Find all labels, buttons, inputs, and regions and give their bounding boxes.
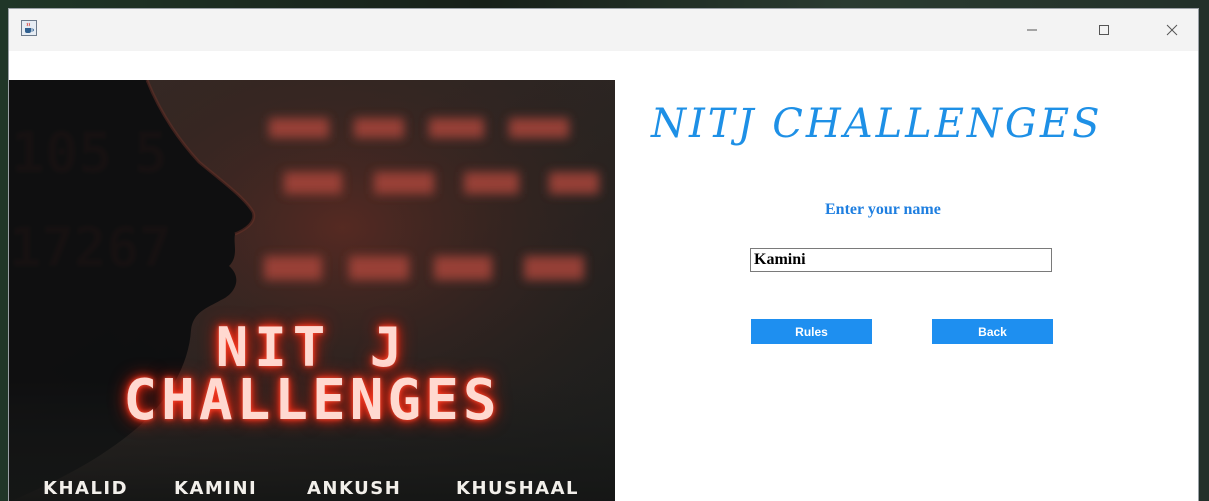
app-title: NITJ CHALLENGES [651, 101, 1103, 147]
member-name: ANKUSH [307, 478, 402, 499]
title-bar [9, 9, 1198, 51]
minimize-button[interactable] [1009, 9, 1055, 51]
maximize-icon [1099, 25, 1109, 35]
member-name: KAMINI [174, 478, 258, 499]
name-label: Enter your name [825, 201, 941, 218]
app-window: 105 5 17267 NIT J CHALLENGES KHALID KAMI… [8, 8, 1199, 501]
poster-background: 105 5 17267 [9, 80, 615, 501]
java-coffee-icon[interactable] [21, 20, 37, 36]
team-members: KHALID KAMINI ANKUSH KHUSHAAL [9, 478, 615, 501]
member-name: KHALID [43, 478, 129, 499]
rules-button[interactable]: Rules [751, 319, 872, 344]
poster-title-line-2: CHALLENGES [123, 368, 501, 433]
back-button[interactable]: Back [932, 319, 1053, 344]
member-name: KHUSHAAL [456, 478, 579, 499]
close-icon [1166, 24, 1178, 36]
name-input[interactable] [750, 248, 1052, 272]
maximize-button[interactable] [1081, 9, 1127, 51]
minimize-icon [1027, 29, 1037, 31]
poster-image: 105 5 17267 NIT J CHALLENGES KHALID KAMI… [9, 80, 615, 501]
close-button[interactable] [1149, 9, 1195, 51]
